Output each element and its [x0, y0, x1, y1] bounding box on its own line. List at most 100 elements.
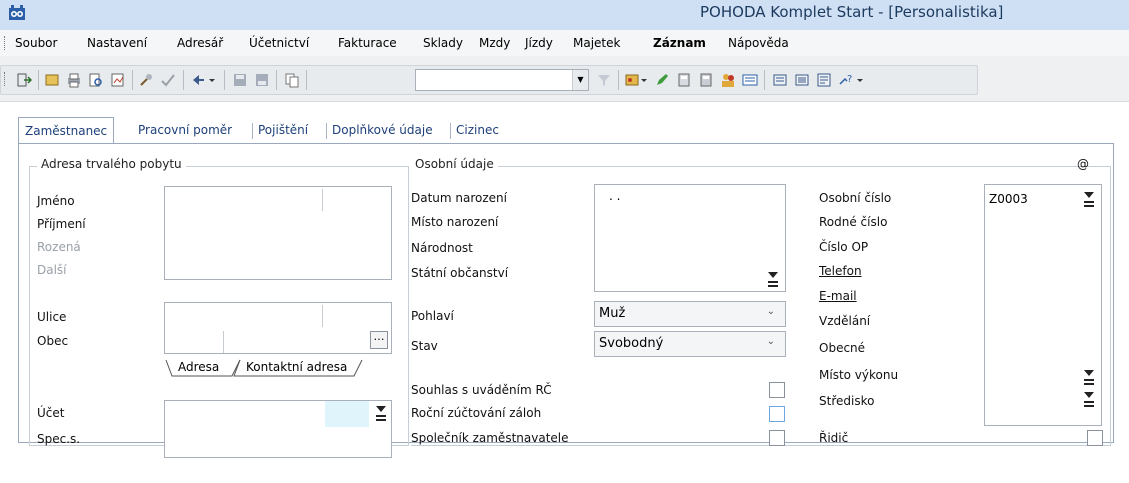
- menu-adresar[interactable]: Adresář: [177, 34, 223, 52]
- at-symbol[interactable]: @: [1077, 157, 1089, 171]
- toolbar: ▼ ?: [0, 56, 1129, 102]
- pencil-icon[interactable]: [654, 72, 670, 88]
- pohoda-app-icon[interactable]: [8, 5, 26, 21]
- label-email[interactable]: E-mail: [819, 289, 857, 303]
- driver-checkbox[interactable]: [1087, 430, 1103, 446]
- gender-select[interactable]: Muž ⌄: [594, 301, 786, 327]
- menu-zaznam[interactable]: Záznam: [653, 34, 706, 52]
- label-cislo-op: Číslo OP: [819, 240, 869, 254]
- label-telefon[interactable]: Telefon: [819, 264, 862, 278]
- birth-fields-box[interactable]: . .: [594, 184, 786, 292]
- chevron-down-icon[interactable]: ⌄: [767, 306, 775, 317]
- toolbar-separator: [224, 70, 225, 90]
- toolbar-separator: [618, 70, 619, 90]
- label-misto-narozeni: Místo narození: [411, 215, 499, 229]
- marital-status-value: Svobodný: [599, 336, 664, 351]
- copy-icon[interactable]: [284, 72, 300, 88]
- citizenship-list-icon[interactable]: [765, 269, 781, 291]
- menu-sklady[interactable]: Sklady: [423, 34, 463, 52]
- label-statni-obcanstvi: Státní občanství: [411, 266, 509, 280]
- menu-fakturace[interactable]: Fakturace: [338, 34, 397, 52]
- menu-grip[interactable]: [4, 36, 7, 50]
- marital-status-select[interactable]: Svobodný ⌄: [594, 331, 786, 357]
- tab-doplnkove-udaje[interactable]: Doplňkové údaje: [332, 117, 433, 143]
- print-preview-icon[interactable]: [88, 72, 104, 88]
- tab-pojisteni[interactable]: Pojištění: [258, 117, 308, 143]
- field-divider: [223, 331, 224, 353]
- print-icon[interactable]: [66, 72, 82, 88]
- menu-jizdy[interactable]: Jízdy: [525, 34, 553, 52]
- menu-mzdy[interactable]: Mzdy: [479, 34, 510, 52]
- iban-icon[interactable]: [742, 72, 758, 88]
- name-fields-box[interactable]: [164, 186, 392, 280]
- tab-separator: [252, 123, 253, 139]
- menu-bar: Soubor Nastavení Adresář Účetnictví Fakt…: [0, 30, 1129, 56]
- chevron-down-icon[interactable]: ⌄: [767, 336, 775, 347]
- label-osobni-cislo: Osobní číslo: [819, 191, 892, 205]
- label-spec-s: Spec.s.: [37, 432, 81, 446]
- label-rozena: Rozená: [37, 240, 81, 254]
- tab-zamestnanec[interactable]: Zaměstnanec: [18, 117, 115, 143]
- help-icon[interactable]: ?: [838, 72, 854, 88]
- menu-soubor[interactable]: Soubor: [15, 34, 57, 52]
- tools-icon[interactable]: [138, 72, 154, 88]
- title-bar: POHODA Komplet Start - [Personalistika]: [0, 0, 1129, 30]
- people-icon[interactable]: [720, 72, 736, 88]
- label-prijmeni: Příjmení: [37, 217, 86, 231]
- chevron-down-icon[interactable]: ▼: [572, 70, 588, 90]
- partner-checkbox[interactable]: [769, 430, 785, 446]
- card-icon[interactable]: [624, 72, 640, 88]
- field-divider: [322, 305, 323, 327]
- tab-pracovni-pomer[interactable]: Pracovní poměr: [138, 117, 232, 143]
- card-dropdown-icon[interactable]: [640, 72, 648, 88]
- menu-napoveda[interactable]: Nápověda: [728, 34, 789, 52]
- account-list-icon[interactable]: [373, 403, 389, 425]
- centre-list-icon[interactable]: [1081, 389, 1097, 411]
- menu-nastaveni[interactable]: Nastavení: [87, 34, 147, 52]
- back-dropdown-icon[interactable]: [208, 72, 216, 88]
- save-as-icon[interactable]: [254, 72, 270, 88]
- employee-number-list-icon[interactable]: [1081, 189, 1097, 211]
- account-fields-box[interactable]: [164, 400, 392, 458]
- label-pohlavi: Pohlaví: [411, 309, 454, 323]
- subtab-adresa[interactable]: Adresa: [178, 358, 219, 378]
- toolbar-grip[interactable]: [4, 72, 7, 86]
- employee-number-value[interactable]: Z0003: [989, 192, 1028, 206]
- toolbar-separator: [38, 70, 39, 90]
- bank-code-field[interactable]: [325, 401, 369, 427]
- agenda-page: Zaměstnanec Pracovní poměr Pojištění Dop…: [0, 103, 1129, 483]
- menu-majetek[interactable]: Majetek: [573, 34, 620, 52]
- tab-cizinec[interactable]: Cizinec: [456, 117, 499, 143]
- document-list-icon[interactable]: [816, 72, 832, 88]
- toolbar-combo[interactable]: ▼: [415, 69, 589, 91]
- calculator-icon[interactable]: [676, 72, 692, 88]
- workplace-list-icon[interactable]: [1081, 367, 1097, 389]
- report-icon[interactable]: [110, 72, 126, 88]
- tab-separator: [326, 123, 327, 139]
- address-fields-box[interactable]: …: [164, 302, 392, 354]
- label-ulice: Ulice: [37, 310, 67, 324]
- exit-icon[interactable]: [16, 72, 32, 88]
- consent-rc-checkbox[interactable]: [769, 382, 785, 398]
- toolbar-separator: [276, 70, 277, 90]
- toolbar-separator: [132, 70, 133, 90]
- window-title: POHODA Komplet Start - [Personalistika]: [700, 3, 1004, 21]
- check-icon[interactable]: [160, 72, 176, 88]
- help-dropdown-icon[interactable]: [856, 72, 864, 88]
- save-icon[interactable]: [232, 72, 248, 88]
- city-lookup-button[interactable]: …: [370, 331, 388, 349]
- subtab-kontaktni-adresa[interactable]: Kontaktní adresa: [246, 358, 347, 378]
- annual-settlement-checkbox[interactable]: [769, 406, 785, 422]
- back-arrow-icon[interactable]: [190, 72, 206, 88]
- toolbar-separator: [306, 70, 307, 90]
- label-ridic: Řidič: [819, 431, 849, 445]
- open-icon[interactable]: [44, 72, 60, 88]
- form-icon[interactable]: [772, 72, 788, 88]
- tab-separator: [450, 123, 451, 139]
- calculator-2-icon[interactable]: [698, 72, 714, 88]
- list-icon[interactable]: [794, 72, 810, 88]
- birth-date-value[interactable]: . .: [609, 189, 620, 203]
- filter-icon[interactable]: [596, 72, 612, 88]
- personal-ids-box[interactable]: Z0003: [984, 184, 1102, 426]
- menu-ucetnictvi[interactable]: Účetnictví: [249, 34, 309, 52]
